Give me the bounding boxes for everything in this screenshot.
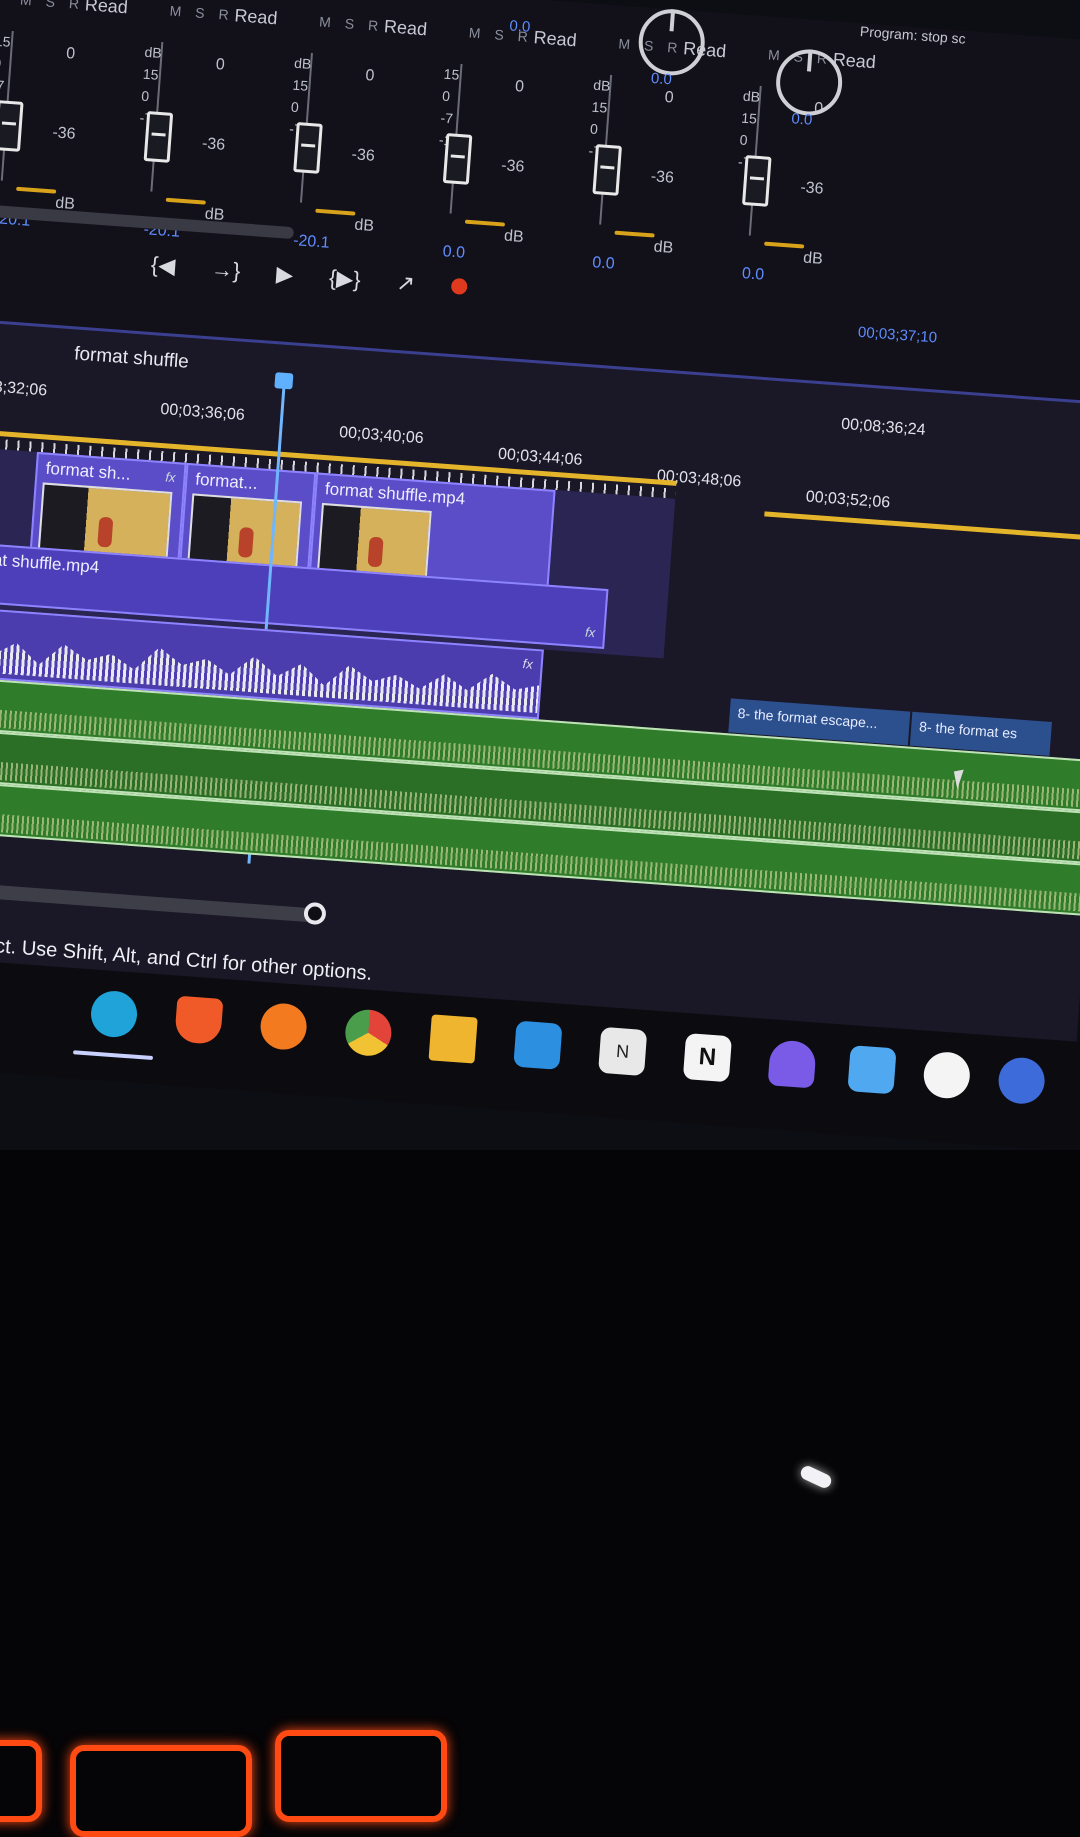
automation-mode[interactable]: Read <box>84 0 128 18</box>
pan-value: 0.0 <box>650 69 673 89</box>
volume-fader[interactable] <box>293 122 323 174</box>
sequence-tab[interactable]: format shuffle <box>73 343 190 373</box>
monitor-screen: MSR Read 150-7-1 0 -36 dB -20.1 MSR Read… <box>0 0 1080 1150</box>
app-window: MSR Read 150-7-1 0 -36 dB -20.1 MSR Read… <box>0 0 1080 1150</box>
automation-mode[interactable]: Read <box>234 5 278 29</box>
mixer-channel-1: MSR Read 150-7-1 0 -36 dB -20.1 <box>0 0 141 290</box>
zoom-handle-right[interactable] <box>303 901 327 926</box>
chrome-icon[interactable] <box>343 1008 393 1058</box>
library-icon[interactable] <box>922 1050 972 1100</box>
volume-fader[interactable] <box>442 133 473 185</box>
notion-icon[interactable]: N <box>682 1033 733 1083</box>
level-meter <box>764 241 805 249</box>
settings-app-icon[interactable] <box>996 1056 1047 1106</box>
light-reflection <box>798 1463 834 1491</box>
volume-fader[interactable] <box>592 144 622 196</box>
play-icon[interactable]: ▶ <box>275 261 294 288</box>
volume-fader[interactable] <box>0 100 24 152</box>
automation-mode[interactable]: Read <box>383 16 427 40</box>
msr-buttons[interactable]: MSR <box>20 0 94 13</box>
pan-value: 0.0 <box>790 110 813 129</box>
level-meter <box>464 219 506 227</box>
active-app-indicator <box>72 1050 154 1061</box>
volume-value[interactable]: 0.0 <box>592 254 615 274</box>
level-meter <box>165 197 206 205</box>
sequence-end-timecode: 00;08;36;24 <box>840 415 927 439</box>
step-forward-icon[interactable]: →} <box>210 256 241 284</box>
top-value: 0.0 <box>508 17 531 36</box>
loop-icon[interactable]: {▶} <box>328 265 361 293</box>
timeline-zoom-scrollbar[interactable] <box>0 879 325 924</box>
keyboard-key <box>275 1730 447 1822</box>
fx-badge[interactable]: fx <box>165 469 176 485</box>
keyboard-key <box>0 1740 42 1822</box>
volume-fader[interactable] <box>741 155 772 207</box>
volume-value[interactable]: 0.0 <box>442 243 465 263</box>
program-timecode[interactable]: 00;03;37;10 <box>857 324 937 347</box>
volume-fader[interactable] <box>143 111 174 163</box>
msr-buttons[interactable]: MSR <box>468 24 542 45</box>
level-meter <box>16 186 57 194</box>
fx-badge[interactable]: fx <box>585 625 596 641</box>
export-icon[interactable]: ↗ <box>396 270 416 297</box>
record-icon[interactable] <box>450 277 468 295</box>
volume-value[interactable]: -20.1 <box>292 232 331 253</box>
keyboard-key <box>70 1745 252 1837</box>
timeline-panel: ≡ format shuffle 00;08;36;24 0;03;32;06 … <box>0 318 1080 1045</box>
app-icon[interactable] <box>767 1039 817 1089</box>
vscode-icon[interactable] <box>513 1020 563 1070</box>
program-monitor-title: Program: stop sc <box>859 23 967 47</box>
level-meter <box>614 230 655 238</box>
firefox-icon[interactable] <box>258 1001 309 1052</box>
bookmark-icon[interactable] <box>847 1045 897 1095</box>
volume-value[interactable]: 0.0 <box>741 265 764 285</box>
automation-mode[interactable]: Read <box>533 27 577 51</box>
msr-buttons[interactable]: MSR <box>319 13 393 34</box>
go-to-in-icon[interactable]: {◀ <box>150 252 176 280</box>
notepad-icon[interactable]: N <box>598 1026 648 1077</box>
brave-icon[interactable] <box>174 995 224 1045</box>
work-area-bar[interactable] <box>764 511 1080 542</box>
playhead-handle[interactable] <box>274 372 294 390</box>
fx-badge[interactable]: fx <box>522 656 533 672</box>
msr-buttons[interactable]: MSR <box>169 2 243 23</box>
keyboard-backlight <box>0 1720 1080 1837</box>
level-meter <box>315 208 356 216</box>
edge-icon[interactable] <box>89 989 139 1039</box>
file-explorer-icon[interactable] <box>428 1014 478 1064</box>
